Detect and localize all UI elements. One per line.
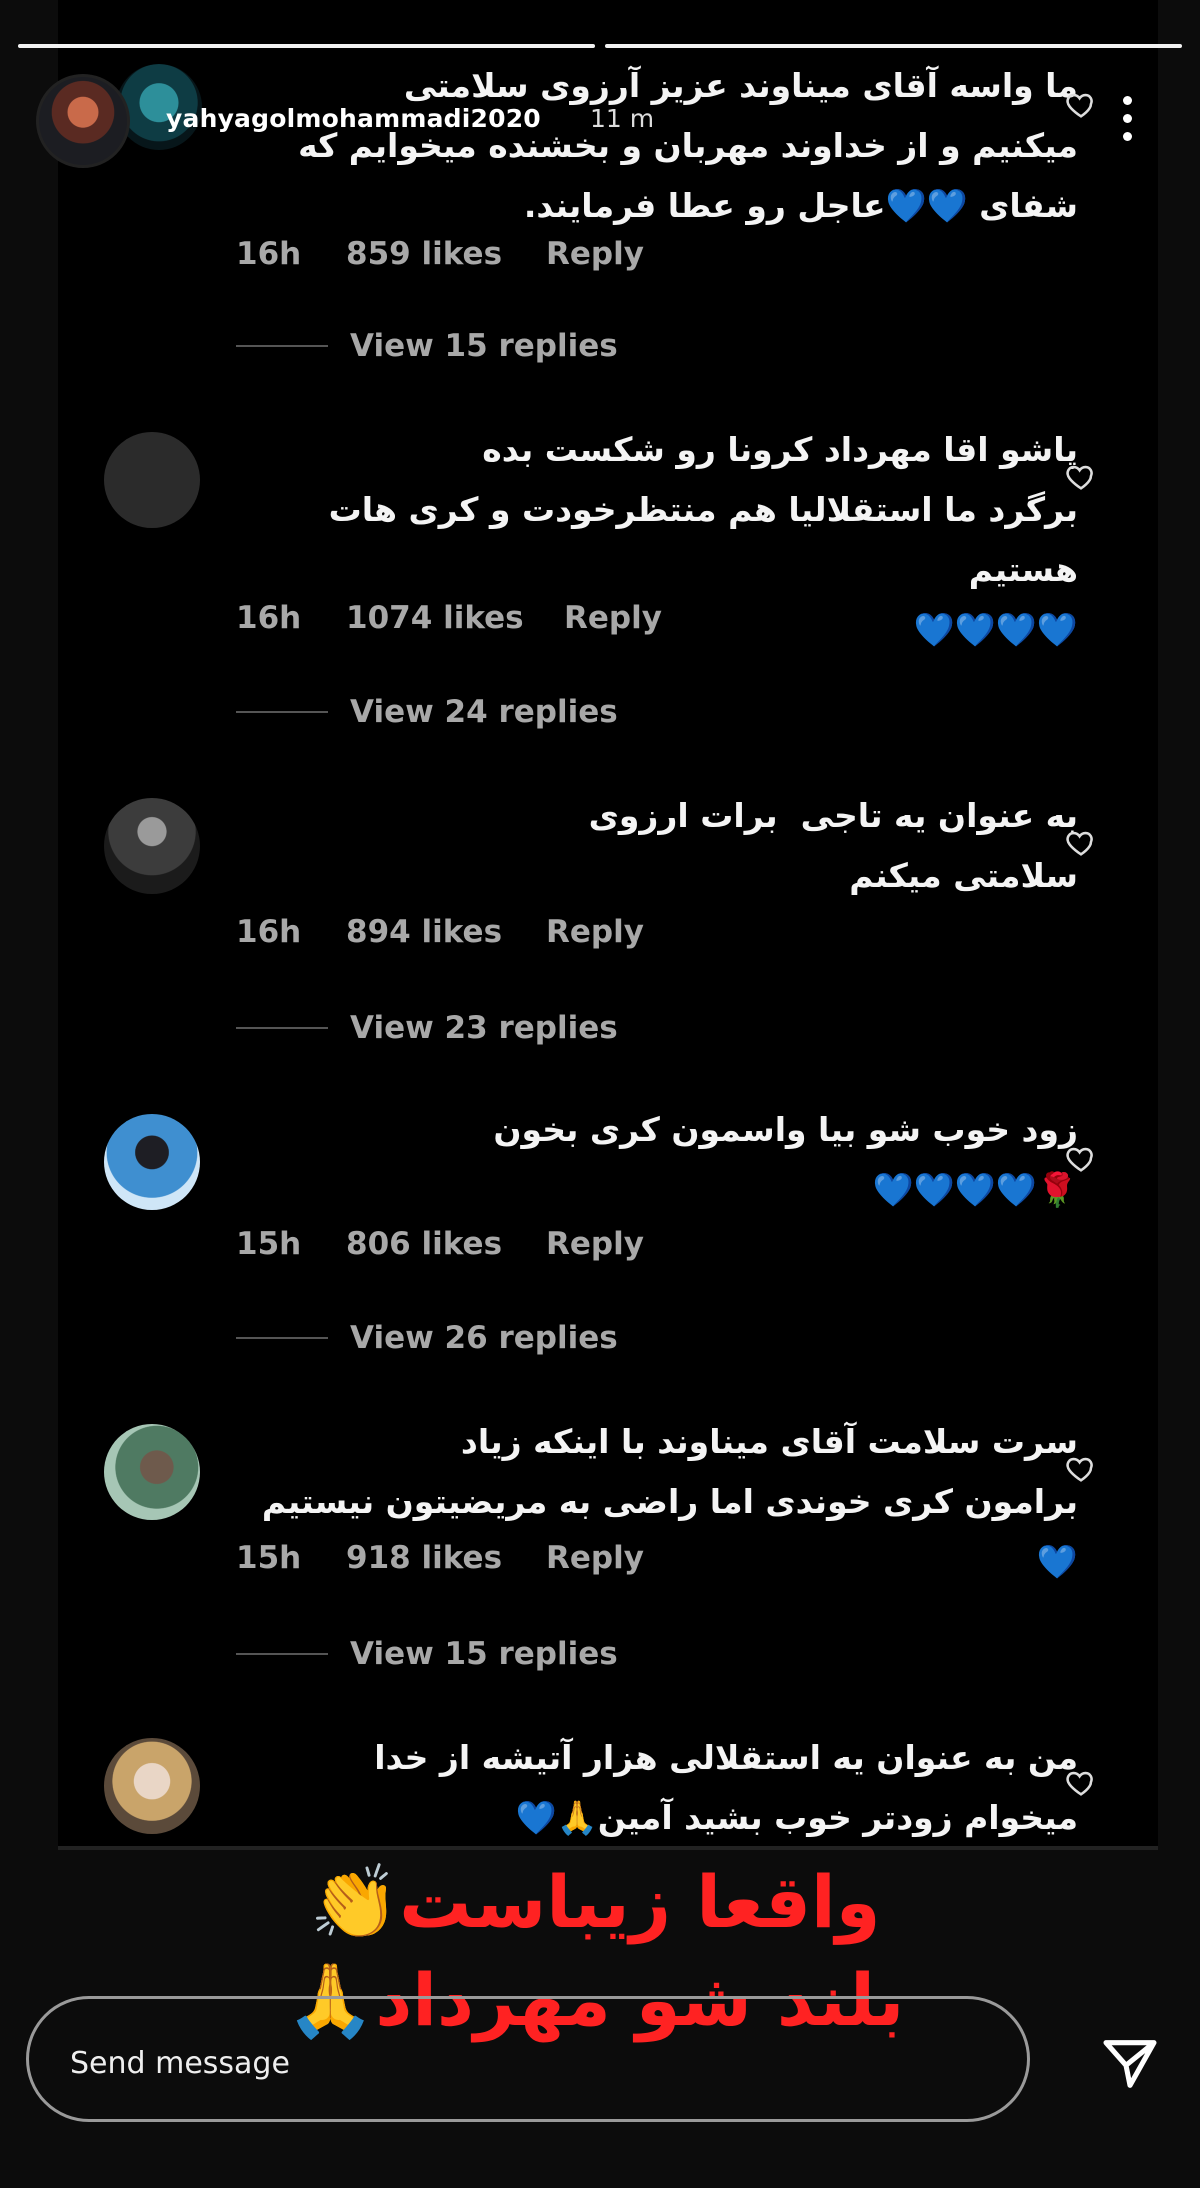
comment-text: ما واسه آقای میناوند عزیز آرزوی سلامتی م… — [298, 66, 1078, 225]
divider-line — [236, 1653, 328, 1655]
comment-item: به عنوان یه تاجی برات ارزوی سلامتی میکنم… — [58, 786, 1158, 1076]
heart-icon[interactable] — [1064, 826, 1098, 860]
reply-button[interactable]: Reply — [546, 1226, 644, 1262]
divider-line — [236, 711, 328, 713]
comment-item: ما واسه آقای میناوند عزیز آرزوی سلامتی م… — [58, 56, 1158, 376]
clap-icon: 👏 — [309, 1860, 400, 1944]
view-replies-label[interactable]: View 15 replies — [350, 1636, 618, 1672]
comment-meta: 16h 1074 likes Reply — [236, 600, 662, 636]
comment-meta: 15h 918 likes Reply — [236, 1540, 644, 1576]
commenter-avatar[interactable] — [104, 432, 200, 528]
comment-likes[interactable]: 806 likes — [346, 1226, 546, 1262]
view-replies-label[interactable]: View 15 replies — [350, 328, 618, 364]
story-progress-bars — [18, 44, 1182, 48]
send-icon[interactable] — [1098, 2032, 1162, 2096]
caption-text-1: واقعا زیباست — [399, 1860, 881, 1944]
heart-icon[interactable] — [1064, 88, 1098, 122]
progress-bar-2 — [605, 44, 1182, 48]
comment-time: 15h — [236, 1540, 302, 1576]
heart-icon[interactable] — [1064, 1142, 1098, 1176]
view-replies-label[interactable]: View 26 replies — [350, 1320, 618, 1356]
divider-line — [236, 345, 328, 347]
comment-item: سرت سلامت آقای میناوند با اینکه زیاد برا… — [58, 1412, 1158, 1702]
view-replies-label[interactable]: View 23 replies — [350, 1010, 618, 1046]
comment-meta: 16h 859 likes Reply — [236, 236, 644, 272]
heart-icon[interactable] — [1064, 1766, 1098, 1800]
overlay-caption-line1: واقعا زیباست👏 — [230, 1852, 960, 1952]
screenshot-divider — [58, 1846, 1158, 1850]
comment-meta: 16h 894 likes Reply — [236, 914, 644, 950]
comment-item: پاشو اقا مهرداد کرونا رو شکست بده برگرد … — [58, 420, 1158, 750]
commenter-avatar[interactable] — [104, 1738, 200, 1834]
commenter-avatar[interactable] — [104, 1424, 200, 1520]
comment-time: 16h — [236, 914, 302, 950]
reply-button[interactable]: Reply — [546, 1540, 644, 1576]
heart-icon[interactable] — [1064, 460, 1098, 494]
view-replies[interactable]: View 23 replies — [236, 1010, 618, 1046]
comment-time: 16h — [236, 236, 302, 272]
send-message-placeholder[interactable]: Send message — [70, 2046, 290, 2081]
progress-bar-1 — [18, 44, 595, 48]
reply-button[interactable]: Reply — [564, 600, 662, 636]
heart-icon[interactable] — [1064, 1452, 1098, 1486]
comment-item: زود خوب شو بیا واسمون کری بخون 🌹💙💙💙💙 15h… — [58, 1100, 1158, 1390]
reply-button[interactable]: Reply — [546, 236, 644, 272]
view-replies[interactable]: View 15 replies — [236, 328, 618, 364]
comment-time: 15h — [236, 1226, 302, 1262]
view-replies[interactable]: View 24 replies — [236, 694, 618, 730]
comment-likes[interactable]: 1074 likes — [346, 600, 564, 636]
view-replies[interactable]: View 15 replies — [236, 1636, 618, 1672]
reply-button[interactable]: Reply — [546, 914, 644, 950]
comment-likes[interactable]: 859 likes — [346, 236, 546, 272]
comment-text: به عنوان یه تاجی برات ارزوی سلامتی میکنم — [588, 796, 1078, 895]
commenter-avatar[interactable] — [104, 798, 200, 894]
comment-likes[interactable]: 918 likes — [346, 1540, 546, 1576]
comment-text: زود خوب شو بیا واسمون کری بخون 🌹💙💙💙💙 — [493, 1110, 1078, 1209]
comment-meta: 15h 806 likes Reply — [236, 1226, 644, 1262]
comment-likes[interactable]: 894 likes — [346, 914, 546, 950]
comment-text: من به عنوان یه استقلالی هزار آتیشه از خد… — [374, 1738, 1078, 1837]
comment-item: من به عنوان یه استقلالی هزار آتیشه از خد… — [58, 1728, 1158, 1846]
divider-line — [236, 1027, 328, 1029]
commenter-avatar[interactable] — [104, 1114, 200, 1210]
view-replies[interactable]: View 26 replies — [236, 1320, 618, 1356]
view-replies-label[interactable]: View 24 replies — [350, 694, 618, 730]
comment-time: 16h — [236, 600, 302, 636]
divider-line — [236, 1337, 328, 1339]
